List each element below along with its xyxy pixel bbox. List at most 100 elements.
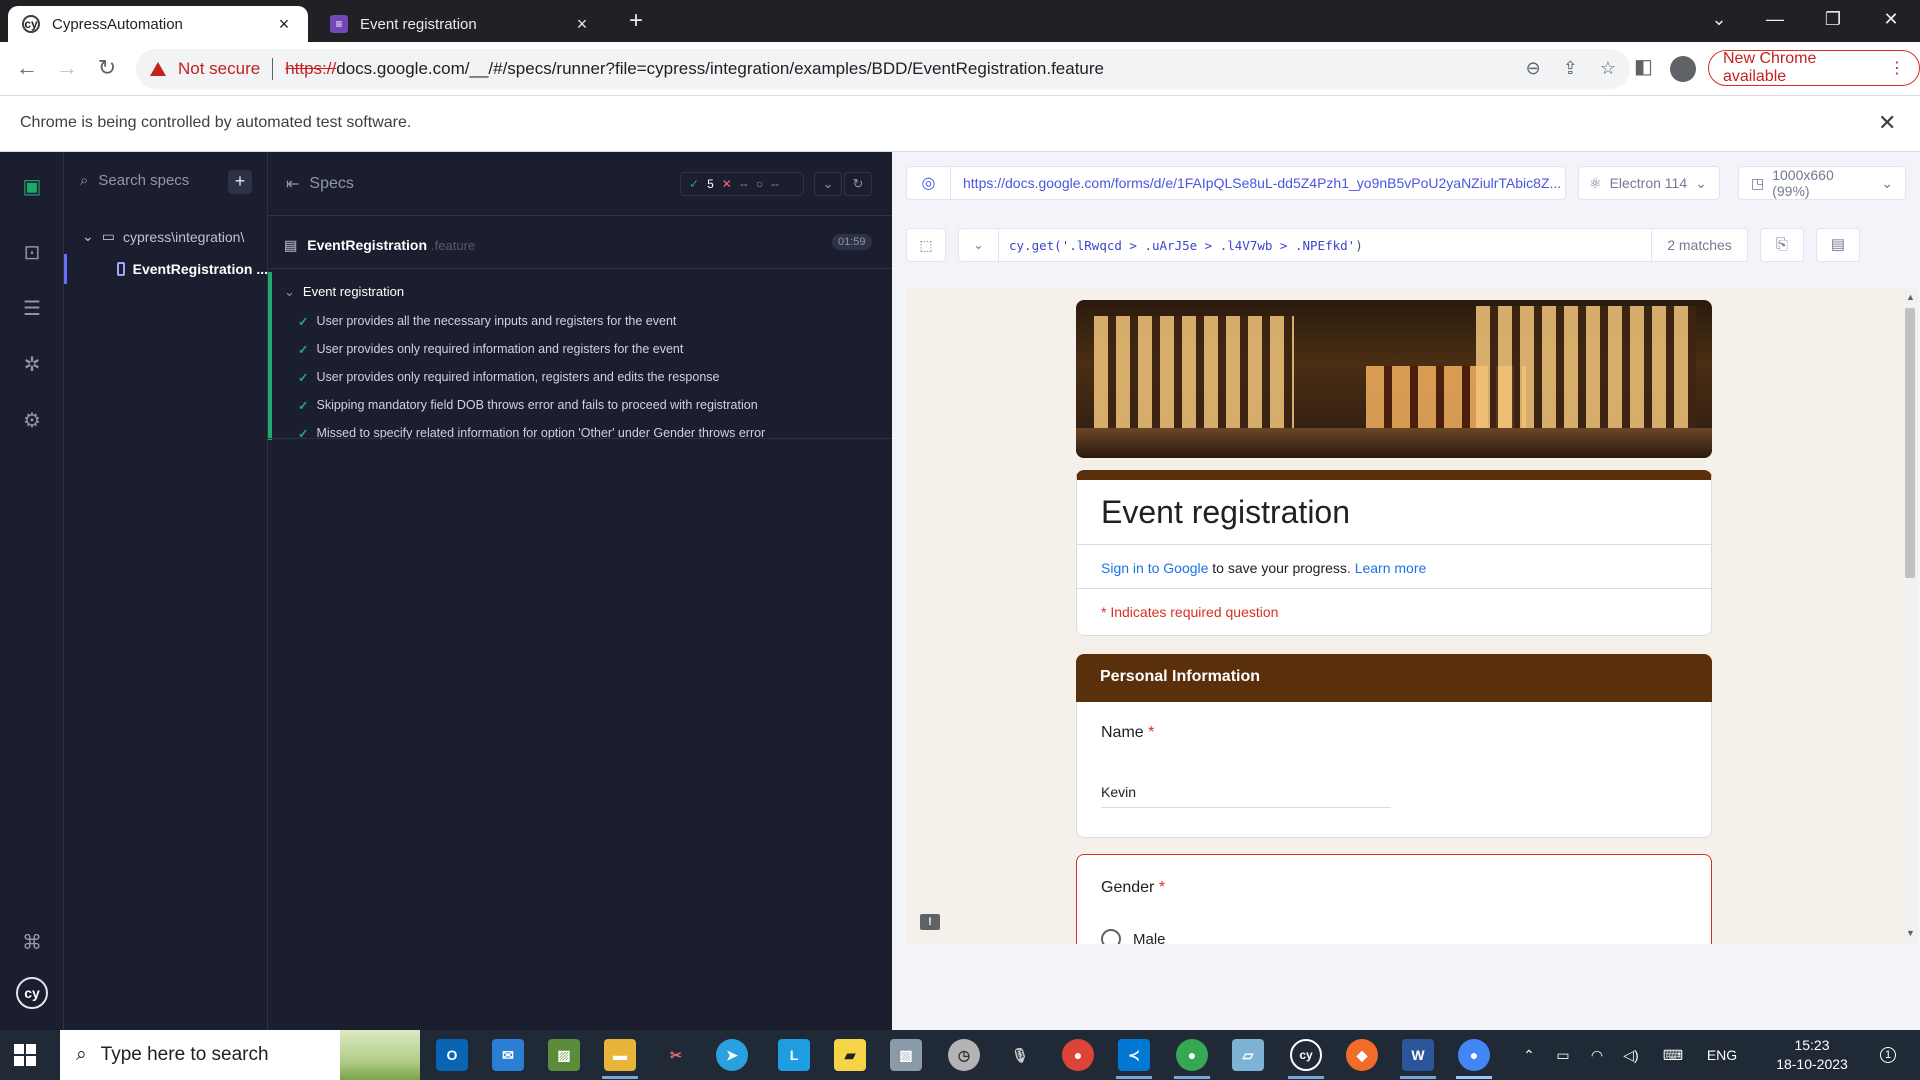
learn-more-link[interactable]: Learn more xyxy=(1355,560,1427,576)
test-item[interactable]: ✓ Skipping mandatory field DOB throws er… xyxy=(298,398,758,413)
signin-prompt: Sign in to Google to save your progress.… xyxy=(1101,560,1426,576)
selector-input[interactable]: ⌄ cy.get('.lRwqcd > .uArJ5e > .l4V7wb > … xyxy=(958,228,1748,262)
close-tab-icon[interactable]: × xyxy=(572,14,592,35)
chevron-down-icon[interactable]: ⌄ xyxy=(959,229,999,261)
scroll-down-icon[interactable]: ▼ xyxy=(1906,928,1915,938)
show-hidden-icons-icon[interactable]: ⌃ xyxy=(1512,1047,1546,1064)
rerun-icon[interactable]: ↻ xyxy=(844,172,872,196)
sublime-icon[interactable]: ◆ xyxy=(1346,1039,1378,1071)
outlook-new-icon[interactable]: O xyxy=(436,1039,468,1071)
search-specs-input[interactable]: ⌕ Search specs xyxy=(80,172,189,189)
reload-button[interactable]: ↻ xyxy=(90,52,124,86)
suite-header[interactable]: ⌄ Event registration xyxy=(284,284,404,300)
add-spec-button[interactable]: + xyxy=(228,170,252,194)
new-chrome-available-button[interactable]: New Chrome available ⋮ xyxy=(1708,50,1920,86)
share-icon[interactable]: ⇪ xyxy=(1563,58,1578,79)
runs-icon[interactable]: ☰ xyxy=(18,294,46,322)
tray-icons: ⌃ ▭ ◠ ◁) ⌨ ENG xyxy=(1512,1030,1746,1080)
gender-option-male[interactable]: Male xyxy=(1101,929,1166,944)
speedometer-app-icon[interactable]: ◷ xyxy=(948,1039,980,1071)
image-viewer-icon[interactable]: ▧ xyxy=(890,1039,922,1071)
test-suite[interactable]: ⌄ Event registration ✓ User provides all… xyxy=(268,272,892,441)
profile-avatar[interactable] xyxy=(1670,56,1696,82)
settings-gear-icon[interactable]: ⚙ xyxy=(18,406,46,434)
debug-icon[interactable]: ✲ xyxy=(18,350,46,378)
tab-search-icon[interactable]: ⌄ xyxy=(1690,0,1748,40)
name-input[interactable]: Kevin xyxy=(1101,782,1391,808)
spec-folder[interactable]: ⌄ ▭ cypress\integration\ xyxy=(82,228,244,245)
gender-label-text: Gender xyxy=(1101,879,1155,896)
menu-dots-icon: ⋮ xyxy=(1889,60,1905,77)
photos-app-icon[interactable]: ▨ xyxy=(548,1039,580,1071)
pending-count: -- xyxy=(771,177,780,191)
specs-toggle[interactable]: ⇤ Specs xyxy=(286,174,354,194)
test-item[interactable]: ✓ User provides all the necessary inputs… xyxy=(298,314,676,329)
snipping-tool-icon[interactable]: ✂ xyxy=(660,1039,692,1071)
cypress-app-icon[interactable]: cy xyxy=(1290,1039,1322,1071)
chrome-active-icon[interactable]: ● xyxy=(1458,1039,1490,1071)
specs-list-panel: ⌕ Search specs + ⌄ ▭ cypress\integration… xyxy=(64,152,268,1030)
close-infobar-icon[interactable]: ✕ xyxy=(1878,110,1896,136)
select-element-icon[interactable]: ⬚ xyxy=(906,228,946,262)
clock-time: 15:23 xyxy=(1794,1037,1830,1053)
specs-icon[interactable]: ⊡ xyxy=(18,238,46,266)
address-bar[interactable]: Not secure https:// docs.google.com/__/#… xyxy=(136,49,1630,89)
volume-icon[interactable]: ◁) xyxy=(1614,1047,1648,1064)
forward-button[interactable]: → xyxy=(50,52,84,86)
scroll-up-icon[interactable]: ▲ xyxy=(1906,292,1915,302)
tab-cypress-automation[interactable]: cy CypressAutomation × xyxy=(8,6,308,42)
copy-clipboard-icon[interactable]: ⎘ xyxy=(1760,228,1804,262)
close-tab-icon[interactable]: × xyxy=(274,14,294,35)
feedback-icon[interactable]: ! xyxy=(920,914,940,930)
side-panel-icon[interactable]: ◧ xyxy=(1634,54,1653,79)
form-title-card: Event registration Sign in to Google to … xyxy=(1076,470,1712,636)
scrollbar-thumb[interactable] xyxy=(1905,308,1915,578)
section-header: Personal Information xyxy=(1076,654,1712,702)
notepad-icon[interactable]: ▱ xyxy=(1232,1039,1264,1071)
word-icon[interactable]: W xyxy=(1402,1039,1434,1071)
vscode-icon[interactable]: ≺ xyxy=(1118,1039,1150,1071)
keyboard-shortcuts-icon[interactable]: ⌘ xyxy=(18,928,46,956)
telegram-icon[interactable]: ➤ xyxy=(716,1039,748,1071)
windows-start-icon[interactable] xyxy=(14,1044,36,1066)
mail-icon[interactable]: ✉ xyxy=(492,1039,524,1071)
pass-check-icon: ✓ xyxy=(298,343,309,357)
running-indicator xyxy=(1174,1076,1210,1079)
test-item[interactable]: ✓ User provides only required informatio… xyxy=(298,342,683,357)
taskbar-search-box[interactable]: ⌕ Type here to search xyxy=(60,1030,420,1080)
signin-link[interactable]: Sign in to Google xyxy=(1101,560,1208,576)
battery-icon[interactable]: ▭ xyxy=(1546,1047,1580,1064)
language-indicator[interactable]: ENG xyxy=(1698,1047,1746,1063)
not-secure-label[interactable]: Not secure xyxy=(178,59,260,79)
new-tab-button[interactable]: + xyxy=(620,6,652,38)
close-window-button[interactable]: ✕ xyxy=(1862,0,1920,40)
chrome-icon[interactable]: ● xyxy=(1062,1039,1094,1071)
aut-url-bar[interactable]: ◎ https://docs.google.com/forms/d/e/1FAI… xyxy=(906,166,1566,200)
tab-event-registration[interactable]: ≡ Event registration × xyxy=(316,6,606,42)
scrollbar[interactable]: ▲ ▼ xyxy=(1902,288,1918,944)
browser-tab-strip: cy CypressAutomation × ≡ Event registrat… xyxy=(0,0,1920,42)
test-item[interactable]: ✓ User provides only required informatio… xyxy=(298,370,719,385)
wifi-icon[interactable]: ◠ xyxy=(1580,1047,1614,1064)
spec-file-event-registration[interactable]: EventRegistration ... xyxy=(64,254,268,284)
chrome-profile-icon[interactable]: ● xyxy=(1176,1039,1208,1071)
file-explorer-icon[interactable]: ▬ xyxy=(604,1039,636,1071)
back-button[interactable]: ← xyxy=(10,52,44,86)
automation-infobar: Chrome is being controlled by automated … xyxy=(0,96,1920,152)
l-app-icon[interactable]: L xyxy=(778,1039,810,1071)
zoom-icon[interactable]: ⊖ xyxy=(1526,58,1541,79)
collapse-chevron-icon[interactable]: ⌄ xyxy=(814,172,842,196)
microphone-icon[interactable]: 🎙 xyxy=(1004,1039,1036,1071)
print-to-console-icon[interactable]: ▤ xyxy=(1816,228,1860,262)
minimize-button[interactable]: — xyxy=(1746,0,1804,40)
forms-favicon-icon: ≡ xyxy=(330,15,348,33)
notifications-icon[interactable]: 1 xyxy=(1868,1030,1908,1080)
project-icon[interactable]: ▣ xyxy=(18,172,46,200)
viewport-selector[interactable]: ◳ 1000x660 (99%) ⌄ xyxy=(1738,166,1906,200)
bookmark-star-icon[interactable]: ☆ xyxy=(1600,58,1616,79)
keyboard-icon[interactable]: ⌨ xyxy=(1648,1047,1698,1064)
taskbar-clock[interactable]: 15:23 18-10-2023 xyxy=(1762,1036,1862,1074)
restore-button[interactable]: ❐ xyxy=(1804,0,1862,40)
browser-selector[interactable]: ⚛ Electron 114 ⌄ xyxy=(1578,166,1720,200)
sticky-notes-icon[interactable]: ▰ xyxy=(834,1039,866,1071)
